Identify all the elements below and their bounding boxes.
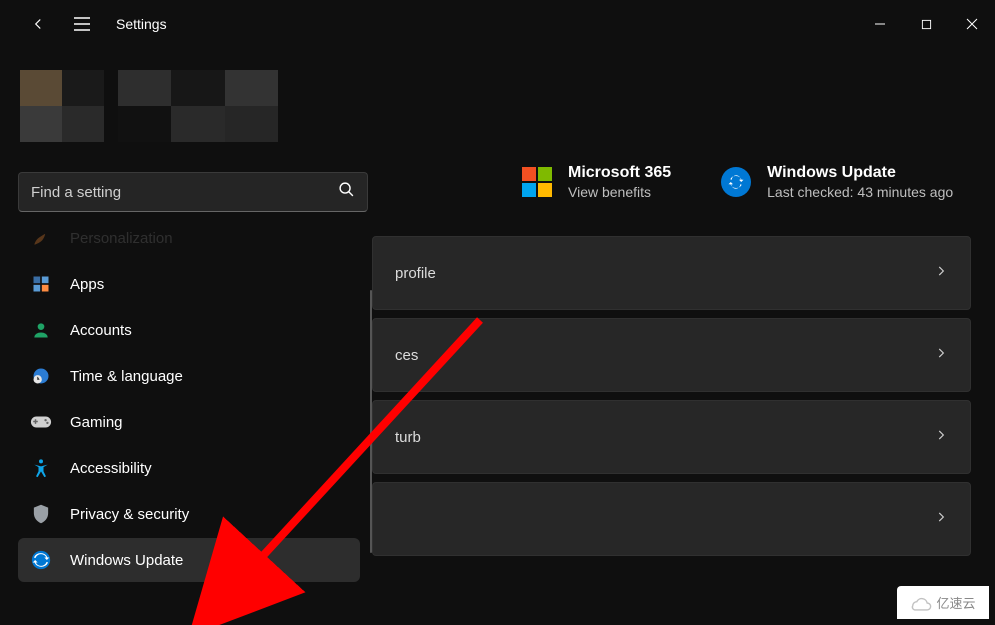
profile-name <box>118 70 278 142</box>
maximize-button[interactable] <box>903 4 949 44</box>
sidebar-item-label: Time & language <box>70 368 183 385</box>
microsoft-logo-icon <box>522 167 552 197</box>
gamepad-icon <box>30 411 52 433</box>
card-label: ces <box>395 347 418 364</box>
menu-button[interactable] <box>60 2 104 46</box>
sync-icon <box>721 167 751 197</box>
sidebar-item-gaming[interactable]: Gaming <box>18 400 360 444</box>
person-icon <box>30 319 52 341</box>
chevron-right-icon <box>934 346 948 364</box>
chevron-right-icon <box>934 428 948 446</box>
sidebar-item-accessibility[interactable]: Accessibility <box>18 446 360 490</box>
search-input[interactable] <box>31 184 338 201</box>
sidebar-item-accounts[interactable]: Accounts <box>18 308 360 352</box>
accessibility-icon <box>30 457 52 479</box>
watermark: 亿速云 <box>897 586 989 619</box>
content-area: Microsoft 365 View benefits Windows Upda… <box>372 48 995 625</box>
sidebar-item-label: Accounts <box>70 322 132 339</box>
search-box[interactable] <box>18 172 368 212</box>
sidebar-item-label: Windows Update <box>70 552 183 569</box>
sidebar-item-label: Privacy & security <box>70 506 189 523</box>
apps-icon <box>30 273 52 295</box>
sidebar: Personalization Apps Accounts Time & lan… <box>0 48 372 625</box>
sync-icon <box>30 549 52 571</box>
chevron-right-icon <box>934 264 948 282</box>
sidebar-item-label: Accessibility <box>70 460 152 477</box>
sidebar-item-privacy-security[interactable]: Privacy & security <box>18 492 360 536</box>
nav-list: Personalization Apps Accounts Time & lan… <box>18 226 360 617</box>
tile-title: Microsoft 365 <box>568 164 671 182</box>
settings-card[interactable]: turb <box>372 400 971 474</box>
watermark-text: 亿速云 <box>936 593 975 612</box>
paintbrush-icon <box>30 227 52 249</box>
card-label: profile <box>395 265 436 282</box>
close-button[interactable] <box>949 4 995 44</box>
globe-clock-icon <box>30 365 52 387</box>
window-title: Settings <box>116 16 167 32</box>
tile-subtitle: Last checked: 43 minutes ago <box>767 184 953 200</box>
windows-update-tile[interactable]: Windows Update Last checked: 43 minutes … <box>721 164 953 200</box>
microsoft-365-tile[interactable]: Microsoft 365 View benefits <box>522 164 671 200</box>
titlebar: Settings <box>0 0 995 48</box>
window-controls <box>857 4 995 44</box>
sidebar-item-windows-update[interactable]: Windows Update <box>18 538 360 582</box>
sidebar-item-label: Gaming <box>70 414 123 431</box>
card-label: turb <box>395 429 421 446</box>
sidebar-item-label: Personalization <box>70 230 173 247</box>
settings-card[interactable]: ces <box>372 318 971 392</box>
sidebar-item-personalization[interactable]: Personalization <box>18 226 360 260</box>
settings-card[interactable]: profile <box>372 236 971 310</box>
settings-cards: profile ces turb <box>372 236 971 556</box>
profile-block[interactable] <box>20 62 360 150</box>
sidebar-item-apps[interactable]: Apps <box>18 262 360 306</box>
settings-card[interactable] <box>372 482 971 556</box>
sidebar-item-time-language[interactable]: Time & language <box>18 354 360 398</box>
chevron-right-icon <box>934 510 948 528</box>
shield-icon <box>30 503 52 525</box>
sidebar-item-label: Apps <box>70 276 104 293</box>
tile-title: Windows Update <box>767 164 953 182</box>
avatar <box>20 70 104 142</box>
search-icon <box>338 181 355 203</box>
tile-subtitle: View benefits <box>568 184 671 200</box>
minimize-button[interactable] <box>857 4 903 44</box>
back-button[interactable] <box>16 2 60 46</box>
